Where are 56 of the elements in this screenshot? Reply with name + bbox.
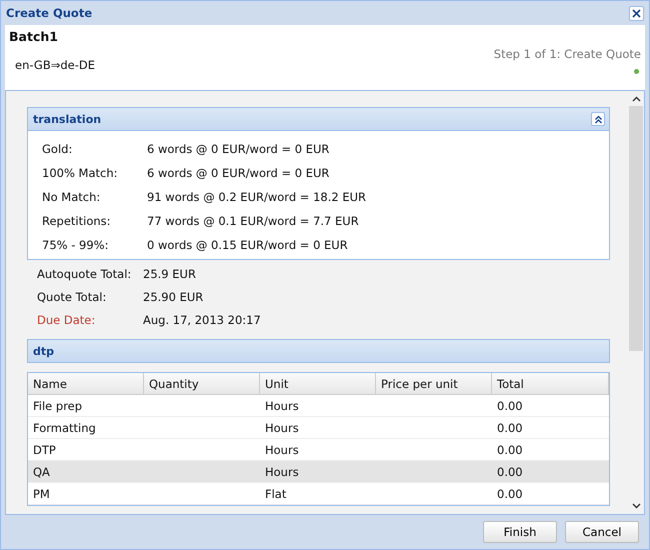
chevron-icon	[594, 114, 602, 124]
rate-value: 77 words @ 0.1 EUR/word = 7.7 EUR	[147, 214, 359, 228]
column-header[interactable]: Name	[28, 373, 144, 394]
panel-title: dtp	[33, 344, 54, 358]
table-cell: 0.00	[497, 442, 523, 456]
rate-label: 75% - 99%:	[42, 238, 110, 252]
step-label: Step 1 of 1: Create Quote	[494, 47, 641, 61]
rate-value: 6 words @ 0 EUR/word = 0 EUR	[147, 166, 330, 180]
table-cell: 0.00	[497, 420, 523, 434]
scroll-down-icon[interactable]	[632, 503, 640, 509]
table-cell: File prep	[33, 398, 82, 412]
scroll-up-icon[interactable]	[632, 96, 640, 102]
column-header[interactable]: Unit	[260, 373, 376, 394]
collapse-button[interactable]	[591, 112, 605, 126]
table-row[interactable]: File prep Hours 0.00	[28, 395, 609, 417]
table-cell: 0.00	[497, 464, 523, 478]
window-title: Create Quote	[6, 6, 92, 20]
status-dot	[634, 69, 639, 74]
rate-value: 91 words @ 0.2 EUR/word = 18.2 EUR	[147, 190, 366, 204]
panel-title: translation	[33, 112, 102, 126]
rate-label: No Match:	[42, 190, 102, 204]
scrollbar-thumb[interactable]	[629, 106, 643, 351]
table-row[interactable]: QA Hours 0.00	[28, 461, 609, 483]
total-label: Quote Total:	[37, 290, 108, 304]
table-cell: PM	[33, 486, 50, 500]
table-cell: QA	[33, 464, 50, 478]
table-row[interactable]: Formatting Hours 0.00	[28, 417, 609, 439]
close-icon	[632, 8, 641, 18]
table-cell: Hours	[265, 464, 299, 478]
rate-label: Gold:	[42, 142, 74, 156]
language-pair: en-GB⇒de-DE	[14, 58, 96, 72]
table-cell: Hours	[265, 420, 299, 434]
table-cell: Formatting	[33, 420, 96, 434]
table-cell: DTP	[33, 442, 56, 456]
rate-value: 6 words @ 0 EUR/word = 0 EUR	[147, 142, 330, 156]
dialog-button[interactable]: Finish	[483, 521, 557, 543]
rate-label: Repetitions:	[42, 214, 112, 228]
rate-label: 100% Match:	[42, 166, 118, 180]
column-header[interactable]: Total	[492, 373, 609, 394]
column-header[interactable]: Price per unit	[376, 373, 492, 394]
table-cell: 0.00	[497, 398, 523, 412]
total-value: 25.90 EUR	[143, 290, 204, 304]
dialog-button[interactable]: Cancel	[565, 521, 639, 543]
batch-title: Batch1	[9, 29, 59, 44]
total-label: Due Date:	[37, 312, 96, 326]
table-cell: 0.00	[497, 486, 523, 500]
total-value: Aug. 17, 2013 20:17	[143, 312, 261, 326]
column-header[interactable]: Quantity	[144, 373, 260, 394]
rate-value: 0 words @ 0.15 EUR/word = 0 EUR	[147, 238, 348, 252]
close-button[interactable]	[629, 6, 644, 20]
table-row[interactable]: PM Flat 0.00	[28, 483, 609, 505]
table-cell: Hours	[265, 398, 299, 412]
table-cell: Flat	[265, 486, 286, 500]
table-cell: Hours	[265, 442, 299, 456]
total-value: 25.9 EUR	[143, 266, 196, 280]
total-label: Autoquote Total:	[37, 266, 132, 280]
